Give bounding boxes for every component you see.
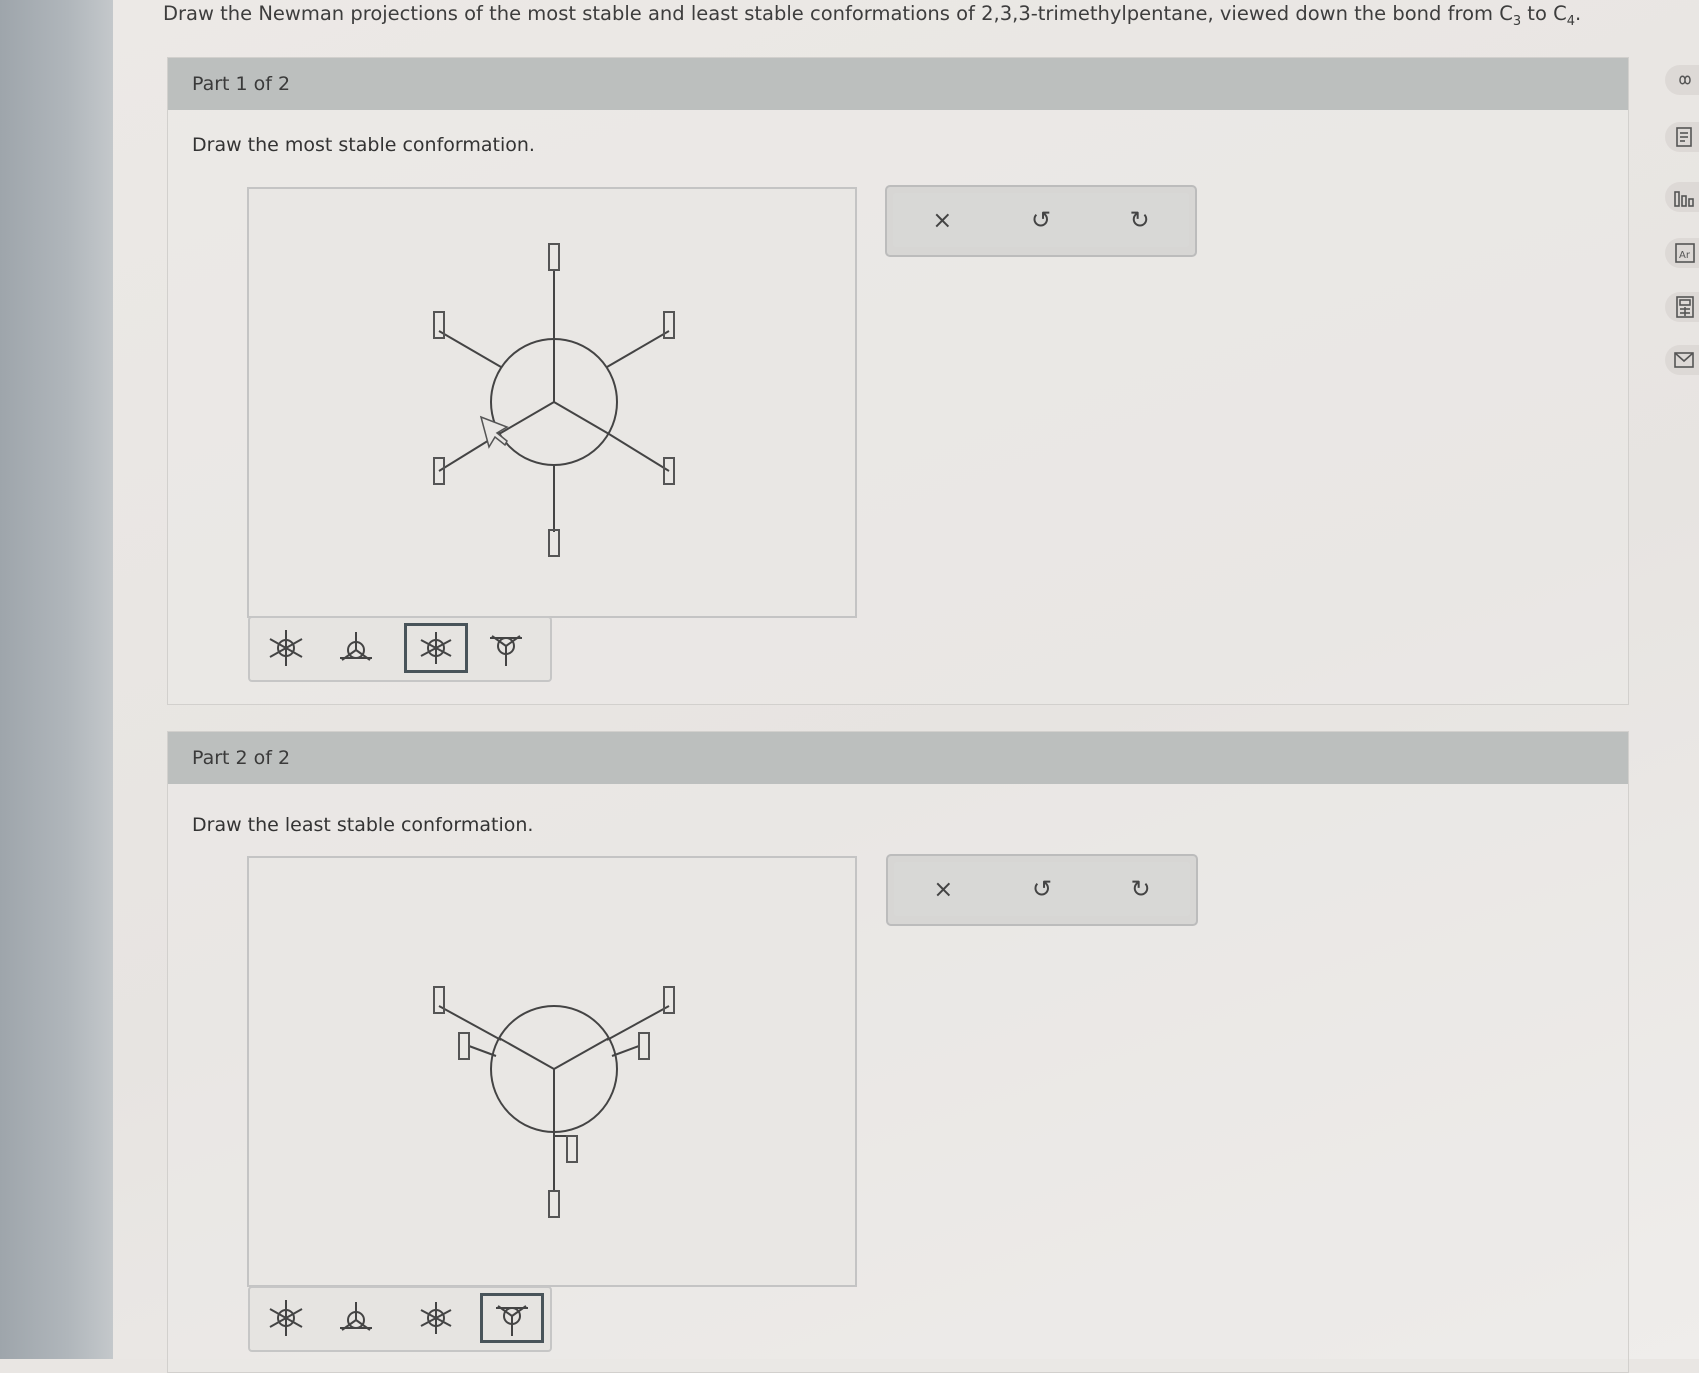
staggered-rotated-template-icon[interactable] (404, 623, 468, 673)
periodic-table-icon[interactable]: Ar (1665, 238, 1699, 268)
clear-button[interactable]: × (893, 206, 992, 234)
clear-button-2[interactable]: × (894, 875, 993, 903)
template-bar-1 (248, 616, 552, 682)
staggered-template-icon[interactable] (254, 623, 318, 673)
front-bond-upper-right-2 (553, 1037, 610, 1070)
substituent-box-upper-left-2 (433, 986, 445, 1014)
staggered-template-icon-2[interactable] (254, 1293, 318, 1343)
calculator-icon[interactable] (1665, 292, 1699, 322)
toolbar-1: × ↺ ↻ (885, 185, 1197, 257)
front-bond-lower-left (498, 401, 555, 435)
mail-icon[interactable] (1665, 345, 1699, 375)
substituent-box-lower-right-2 (566, 1135, 578, 1163)
infinity-icon[interactable] (1665, 65, 1699, 95)
part-1-panel: Part 1 of 2 Draw the most stable conform… (167, 57, 1629, 705)
newman-projection-staggered[interactable] (249, 189, 855, 616)
part-2-panel: Part 2 of 2 Draw the least stable confor… (167, 731, 1629, 1373)
rear-bond-upper-right (606, 330, 670, 368)
drawing-canvas-2[interactable] (247, 856, 857, 1287)
eclipsed-template-icon[interactable] (324, 623, 388, 673)
bar-chart-icon[interactable] (1665, 182, 1699, 212)
substituent-box-inner-right-2 (638, 1032, 650, 1060)
toolbar-2: × ↺ ↻ (886, 854, 1198, 926)
redo-button[interactable]: ↻ (1090, 206, 1189, 234)
eclipsed-rotated-template-icon[interactable] (474, 623, 538, 673)
front-bond-upper-left-2 (498, 1037, 555, 1070)
left-bezel (0, 0, 113, 1359)
staggered-rotated-template-icon-2[interactable] (404, 1293, 468, 1343)
front-bond-lower-right (553, 401, 610, 435)
part-2-header: Part 2 of 2 (168, 732, 1628, 784)
part-1-instruction: Draw the most stable conformation. (192, 134, 535, 156)
substituent-box-top (548, 243, 560, 271)
document-icon[interactable] (1665, 122, 1699, 152)
part-2-instruction: Draw the least stable conformation. (192, 814, 534, 836)
svg-text:Ar: Ar (1679, 250, 1691, 261)
substituent-box-inner-left-2 (458, 1032, 470, 1060)
eclipsed-rotated-template-icon-2[interactable] (480, 1293, 544, 1343)
redo-button-2[interactable]: ↻ (1091, 875, 1190, 903)
substituent-box-upper-right-2 (663, 986, 675, 1014)
rear-bond-upper-left (438, 330, 502, 368)
undo-button-2[interactable]: ↺ (993, 875, 1092, 903)
template-bar-2 (248, 1286, 552, 1352)
newman-projection-eclipsed[interactable] (249, 858, 855, 1285)
part-1-header: Part 1 of 2 (168, 58, 1628, 110)
eclipsed-template-icon-2[interactable] (324, 1293, 388, 1343)
undo-button[interactable]: ↺ (992, 206, 1091, 234)
substituent-box-bottom-2 (548, 1190, 560, 1218)
drawing-canvas-1[interactable] (247, 187, 857, 618)
substituent-box-bottom (548, 529, 560, 557)
question-text: Draw the Newman projections of the most … (163, 2, 1582, 29)
